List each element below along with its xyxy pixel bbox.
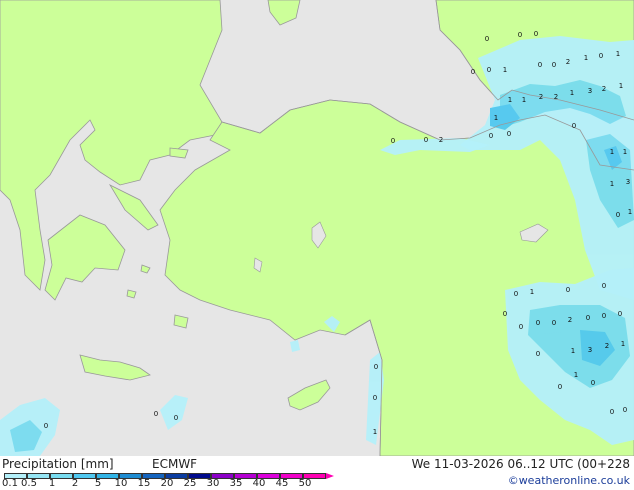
scale-label: 45	[275, 478, 289, 489]
precip-value-label: 0	[174, 414, 178, 422]
precip-value-label: 0	[374, 363, 378, 371]
scale-arrow-icon	[326, 473, 334, 479]
precip-value-label: 1	[508, 96, 512, 104]
precip-value-label: 1	[503, 66, 507, 74]
precip-value-label: 0	[618, 310, 622, 318]
precip-value-label: 1	[610, 180, 614, 188]
precip-value-label: 0	[566, 286, 570, 294]
scale-label: 2	[71, 478, 79, 489]
scale-label: 40	[252, 478, 266, 489]
precip-value-label: 0	[518, 31, 522, 39]
precip-value-label: 1	[619, 82, 623, 90]
precip-value-label: 0	[487, 66, 491, 74]
precip-value-label: 0	[623, 406, 627, 414]
precip-value-label: 0	[602, 312, 606, 320]
precip-value-label: 0	[572, 122, 576, 130]
precip-value-label: 0	[44, 422, 48, 430]
precip-value-label: 0	[503, 310, 507, 318]
scale-label: 30	[206, 478, 220, 489]
precip-value-label: 0	[373, 394, 377, 402]
precip-value-label: 0	[485, 35, 489, 43]
scale-label: 10	[114, 478, 128, 489]
scale-label: 50	[298, 478, 312, 489]
precip-value-label: 1	[570, 89, 574, 97]
scale-label: 25	[183, 478, 197, 489]
precip-value-label: 0	[558, 383, 562, 391]
precip-value-label: 0	[602, 282, 606, 290]
precip-value-label: 1	[616, 50, 620, 58]
color-scale: 0.1 0.5 1 2 5 10 15 20 25 30 35 40 45 50	[2, 473, 334, 489]
valid-datetime: We 11-03-2026 06..12 UTC (00+228	[411, 457, 630, 471]
precipitation-map: 0 0 00 0 10 0 2 1 0 111 1 2 2 1 3 210002001 11 30 10 1 0 000 0…	[0, 0, 634, 456]
precip-value-label: 1	[530, 288, 534, 296]
precip-value-label: 0	[507, 130, 511, 138]
precip-value-label: 0	[616, 211, 620, 219]
precip-value-label: 1	[571, 347, 575, 355]
precip-value-label: 0	[514, 290, 518, 298]
precip-value-label: 0	[536, 350, 540, 358]
precip-value-label: 0	[610, 408, 614, 416]
scale-label: 20	[160, 478, 174, 489]
precip-value-label: 0	[599, 52, 603, 60]
precip-value-label: 2	[605, 342, 609, 350]
precip-value-label: 1	[574, 371, 578, 379]
precip-value-label: 0	[534, 30, 538, 38]
precip-value-label: 0	[586, 314, 590, 322]
precip-value-label: 0	[154, 410, 158, 418]
precip-value-label: 0	[536, 319, 540, 327]
precip-value-label: 1	[623, 148, 627, 156]
scale-label: 1	[48, 478, 56, 489]
scale-label: 35	[229, 478, 243, 489]
scale-label: 0.5	[21, 478, 37, 489]
precip-value-label: 3	[588, 87, 592, 95]
precip-value-label: 2	[568, 316, 572, 324]
precip-value-label: 0	[538, 61, 542, 69]
credit-link[interactable]: ©weatheronline.co.uk	[508, 474, 630, 487]
precip-value-label: 0	[591, 379, 595, 387]
scale-label: 0.1	[2, 478, 18, 489]
model-name: ECMWF	[152, 457, 198, 471]
precip-value-label: 1	[628, 208, 632, 216]
precip-value-label: 1	[494, 114, 498, 122]
precip-value-label: 1	[610, 148, 614, 156]
scale-label: 5	[94, 478, 102, 489]
map-title: Precipitation [mm]	[2, 457, 114, 471]
precip-value-label: 0	[552, 61, 556, 69]
precip-value-label: 0	[519, 323, 523, 331]
precip-value-label: 2	[566, 58, 570, 66]
precip-value-label: 0	[391, 137, 395, 145]
precip-value-label: 2	[439, 136, 443, 144]
precip-value-label: 0	[471, 68, 475, 76]
precip-value-label: 2	[539, 93, 543, 101]
precip-value-label: 0	[552, 319, 556, 327]
precip-value-label: 0	[489, 132, 493, 140]
precip-value-label: 2	[602, 85, 606, 93]
map-footer: Precipitation [mm] ECMWF We 11-03-2026 0…	[0, 456, 634, 490]
precip-value-label: 2	[554, 93, 558, 101]
precip-value-label: 1	[522, 96, 526, 104]
precip-value-label: 0	[424, 136, 428, 144]
precip-value-label: 3	[588, 346, 592, 354]
scale-label: 15	[137, 478, 151, 489]
precip-value-label: 1	[373, 428, 377, 436]
precip-value-label: 1	[584, 54, 588, 62]
precip-value-label: 3	[626, 178, 630, 186]
precip-value-label: 1	[621, 340, 625, 348]
